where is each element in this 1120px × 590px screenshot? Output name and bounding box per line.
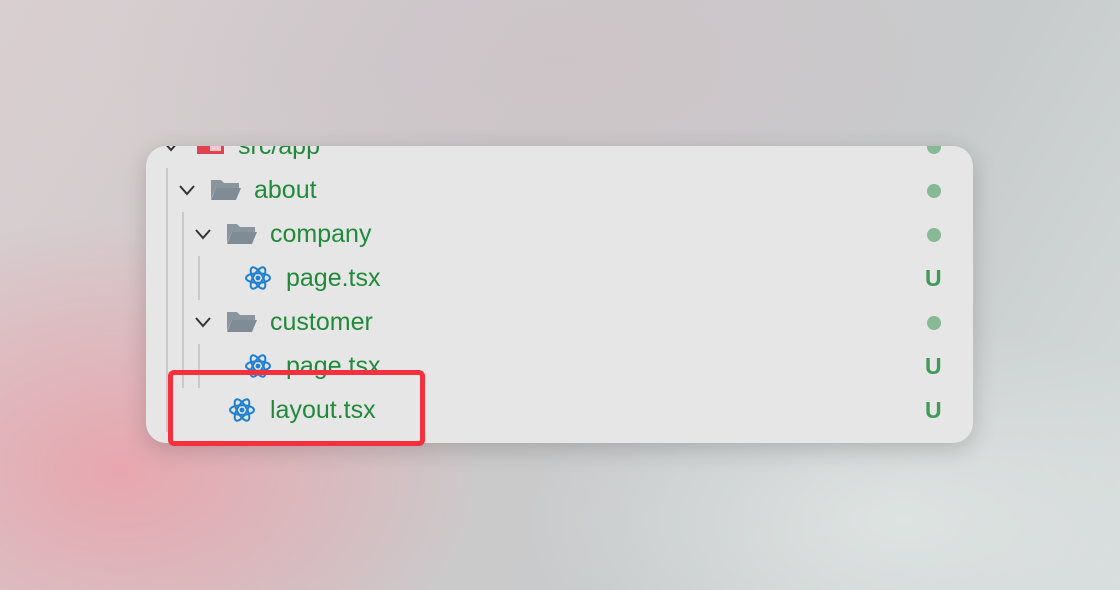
tree-row-layout[interactable]: layout.tsx U: [146, 388, 973, 432]
folder-open-icon: [210, 178, 242, 202]
folder-open-icon: [226, 222, 258, 246]
status-dot: [927, 146, 941, 154]
tree-row-file[interactable]: page.tsx U: [146, 344, 973, 388]
tree-item-label: customer: [270, 308, 373, 336]
tree-item-label: layout.tsx: [270, 396, 376, 424]
folder-open-icon: [226, 310, 258, 334]
chevron-down-icon[interactable]: [178, 181, 196, 199]
chevron-down-icon[interactable]: [194, 313, 212, 331]
react-icon: [244, 352, 272, 380]
tree-row-customer[interactable]: customer: [146, 300, 973, 344]
tree-row-company[interactable]: company: [146, 212, 973, 256]
tree-item-label: company: [270, 220, 372, 248]
chevron-down-icon[interactable]: [194, 225, 212, 243]
tree-item-label: page.tsx: [286, 264, 381, 292]
status-dot: [927, 184, 941, 198]
react-icon: [244, 264, 272, 292]
file-explorer-panel: src/app about company page.tsx U custome…: [146, 146, 973, 443]
status-dot: [927, 316, 941, 330]
tree-item-label: src/app: [238, 146, 320, 160]
tree-item-label: page.tsx: [286, 352, 381, 380]
git-status-untracked: U: [925, 397, 942, 423]
git-status-untracked: U: [925, 353, 942, 379]
tree-row-about[interactable]: about: [146, 168, 973, 212]
tree-item-label: about: [254, 176, 317, 204]
status-dot: [927, 228, 941, 242]
git-status-untracked: U: [925, 265, 942, 291]
tree-row-file[interactable]: page.tsx U: [146, 256, 973, 300]
app-folder-icon: [196, 146, 226, 156]
tree-row-src-app[interactable]: src/app: [146, 146, 973, 168]
chevron-down-icon[interactable]: [162, 146, 180, 155]
react-icon: [228, 396, 256, 424]
